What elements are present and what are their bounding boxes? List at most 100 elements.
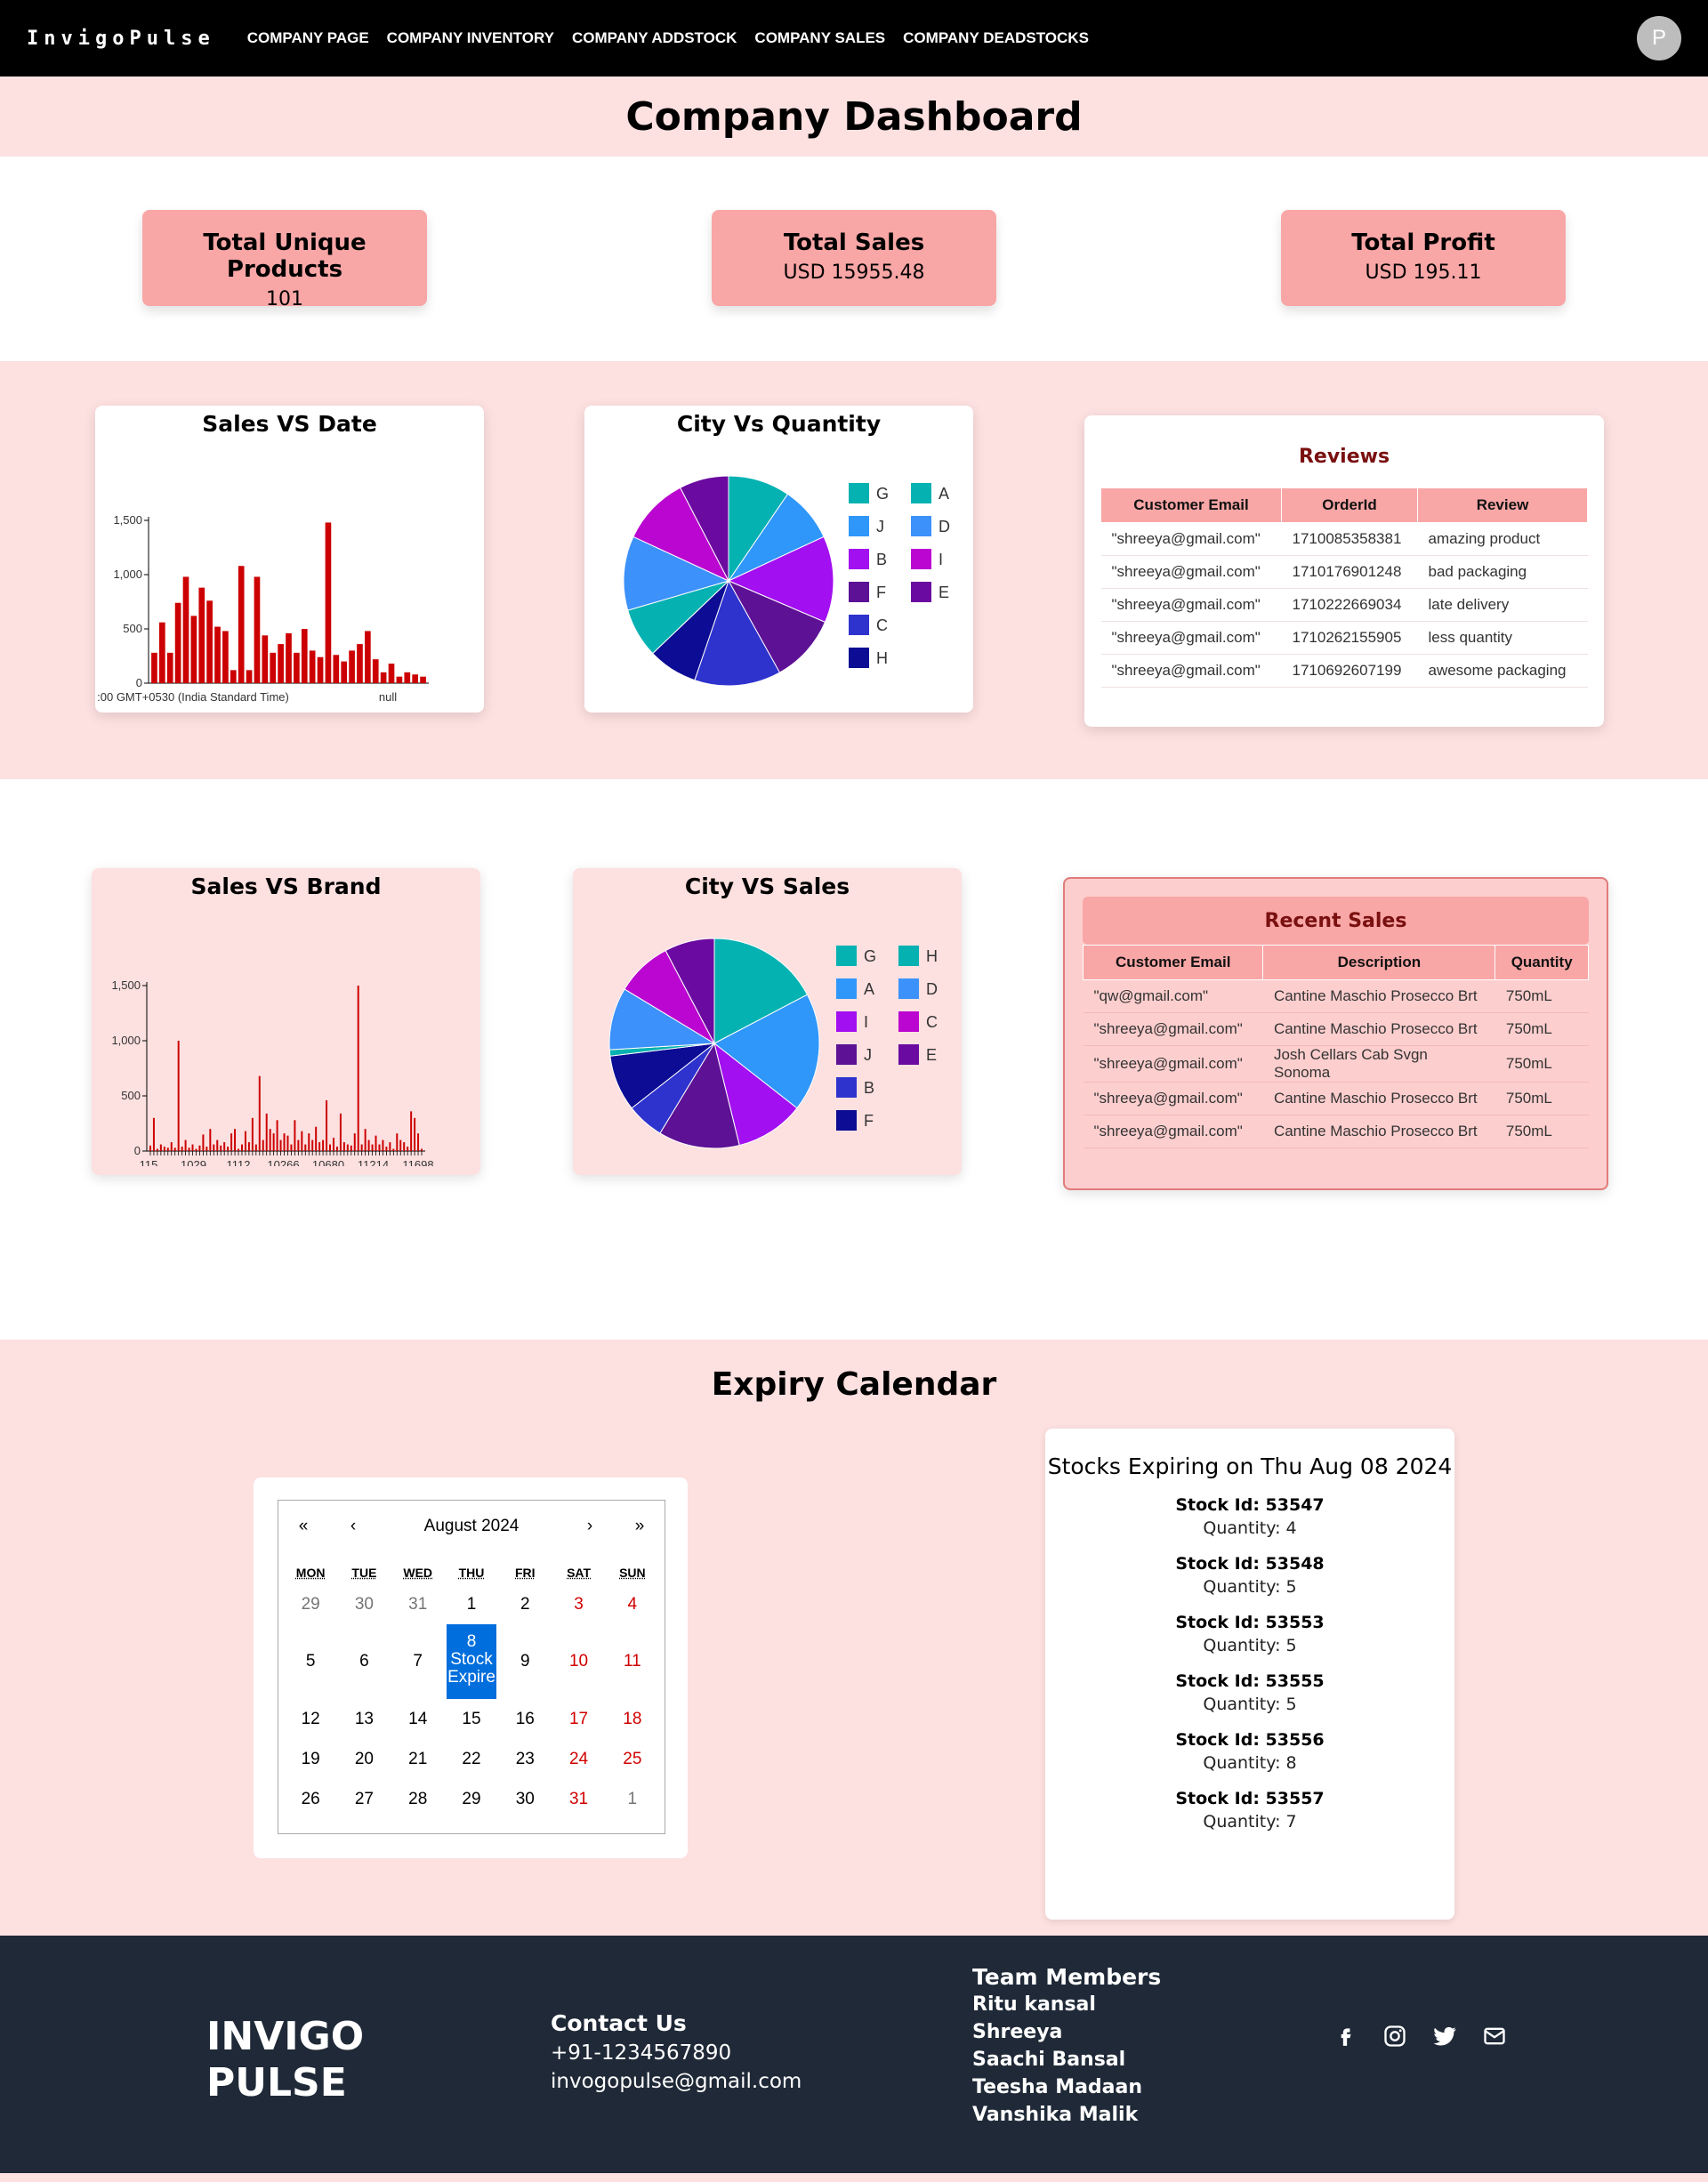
bar[interactable] [375, 1135, 377, 1151]
bar[interactable] [152, 1117, 155, 1151]
bar[interactable] [311, 1139, 314, 1151]
calendar-day[interactable]: 1 [445, 1584, 498, 1624]
calendar-day-selected[interactable]: 8 Stock Expire [446, 1624, 497, 1699]
calendar-day[interactable]: 22 [445, 1739, 498, 1779]
bar[interactable] [177, 1041, 180, 1151]
bar[interactable] [246, 670, 253, 683]
bar[interactable] [286, 632, 292, 683]
contact-email[interactable]: invogopulse@gmail.com [551, 2070, 802, 2093]
calendar-day[interactable]: 30 [498, 1779, 552, 1819]
instagram-icon[interactable] [1380, 2021, 1410, 2051]
bar[interactable] [421, 1148, 423, 1151]
bar[interactable] [247, 1142, 250, 1151]
bar[interactable] [265, 1113, 268, 1151]
calendar-day[interactable]: 19 [284, 1739, 337, 1779]
bar[interactable] [151, 652, 157, 683]
bar[interactable] [329, 1144, 332, 1151]
bar[interactable] [270, 652, 277, 683]
bar[interactable] [403, 1142, 406, 1151]
bar[interactable] [238, 566, 245, 683]
mail-icon[interactable] [1479, 2021, 1510, 2051]
bar[interactable] [198, 1145, 201, 1151]
facebook-icon[interactable] [1330, 2021, 1360, 2051]
calendar-day[interactable]: 4 [606, 1584, 659, 1624]
bar[interactable] [322, 1139, 325, 1151]
bar[interactable] [309, 650, 316, 683]
bar[interactable] [238, 1148, 240, 1151]
bar[interactable] [191, 1144, 194, 1151]
bar[interactable] [198, 587, 205, 683]
bar[interactable] [380, 672, 387, 683]
bar[interactable] [392, 1148, 395, 1151]
bar[interactable] [206, 600, 213, 683]
bar[interactable] [170, 1142, 173, 1151]
bar[interactable] [230, 670, 237, 683]
bar[interactable] [407, 1147, 409, 1151]
bar[interactable] [223, 1142, 226, 1151]
bar[interactable] [290, 1144, 293, 1151]
bar[interactable] [279, 1139, 282, 1151]
bar[interactable] [389, 1142, 391, 1151]
bar[interactable] [412, 674, 419, 683]
bar[interactable] [209, 1129, 212, 1151]
nav-link-company-sales[interactable]: COMPANY SALES [754, 29, 885, 47]
bar[interactable] [216, 1139, 219, 1151]
bar[interactable] [333, 655, 340, 683]
bar[interactable] [350, 1145, 352, 1151]
bar[interactable] [371, 1144, 374, 1151]
bar[interactable] [388, 664, 395, 683]
next-year-button[interactable]: » [615, 1517, 665, 1536]
bar[interactable] [396, 1133, 399, 1151]
bar[interactable] [396, 676, 403, 683]
bar[interactable] [173, 1147, 176, 1151]
calendar-day[interactable]: 21 [391, 1739, 445, 1779]
calendar-day[interactable]: 28 [391, 1779, 445, 1819]
bar[interactable] [195, 1148, 197, 1151]
calendar-day[interactable]: 29 [284, 1584, 337, 1624]
calendar-day[interactable]: 25 [606, 1739, 659, 1779]
bar[interactable] [294, 652, 300, 683]
bar[interactable] [325, 522, 332, 683]
bar[interactable] [297, 1139, 300, 1151]
calendar-day[interactable]: 23 [498, 1739, 552, 1779]
calendar-day[interactable]: 29 [445, 1779, 498, 1819]
bar[interactable] [382, 1139, 384, 1151]
bar[interactable] [404, 672, 411, 683]
calendar-day[interactable]: 30 [337, 1584, 391, 1624]
bar[interactable] [163, 1147, 165, 1151]
bar[interactable] [315, 1126, 318, 1151]
bar[interactable] [254, 1144, 257, 1151]
bar[interactable] [240, 1144, 243, 1151]
bar[interactable] [188, 1147, 190, 1151]
calendar-day[interactable]: 11 [606, 1624, 659, 1699]
bar[interactable] [301, 629, 308, 683]
bar[interactable] [414, 1117, 416, 1151]
bar[interactable] [341, 661, 348, 683]
bar[interactable] [258, 1075, 261, 1151]
bar[interactable] [269, 1129, 271, 1151]
bar[interactable] [399, 1139, 402, 1151]
bar[interactable] [159, 1144, 162, 1151]
calendar-day[interactable]: 31 [391, 1584, 445, 1624]
twitter-icon[interactable] [1430, 2021, 1460, 2051]
bar[interactable] [326, 1099, 328, 1151]
prev-year-button[interactable]: « [278, 1517, 328, 1536]
calendar-day[interactable]: 26 [284, 1779, 337, 1819]
bar[interactable] [222, 631, 229, 683]
bar[interactable] [420, 676, 426, 683]
calendar-day[interactable]: 3 [552, 1584, 605, 1624]
calendar-day[interactable]: 16 [498, 1699, 552, 1739]
bar[interactable] [360, 1144, 363, 1151]
bar[interactable] [304, 1144, 307, 1151]
bar[interactable] [166, 1147, 169, 1151]
bar[interactable] [283, 1133, 286, 1151]
bar[interactable] [349, 650, 355, 683]
bar[interactable] [156, 1148, 158, 1151]
bar[interactable] [214, 626, 221, 683]
bar[interactable] [317, 656, 324, 683]
bar[interactable] [190, 616, 197, 683]
nav-link-company-deadstocks[interactable]: COMPANY DEADSTOCKS [903, 29, 1089, 47]
bar[interactable] [346, 1144, 349, 1151]
bar[interactable] [417, 1133, 420, 1151]
bar[interactable] [262, 635, 269, 683]
